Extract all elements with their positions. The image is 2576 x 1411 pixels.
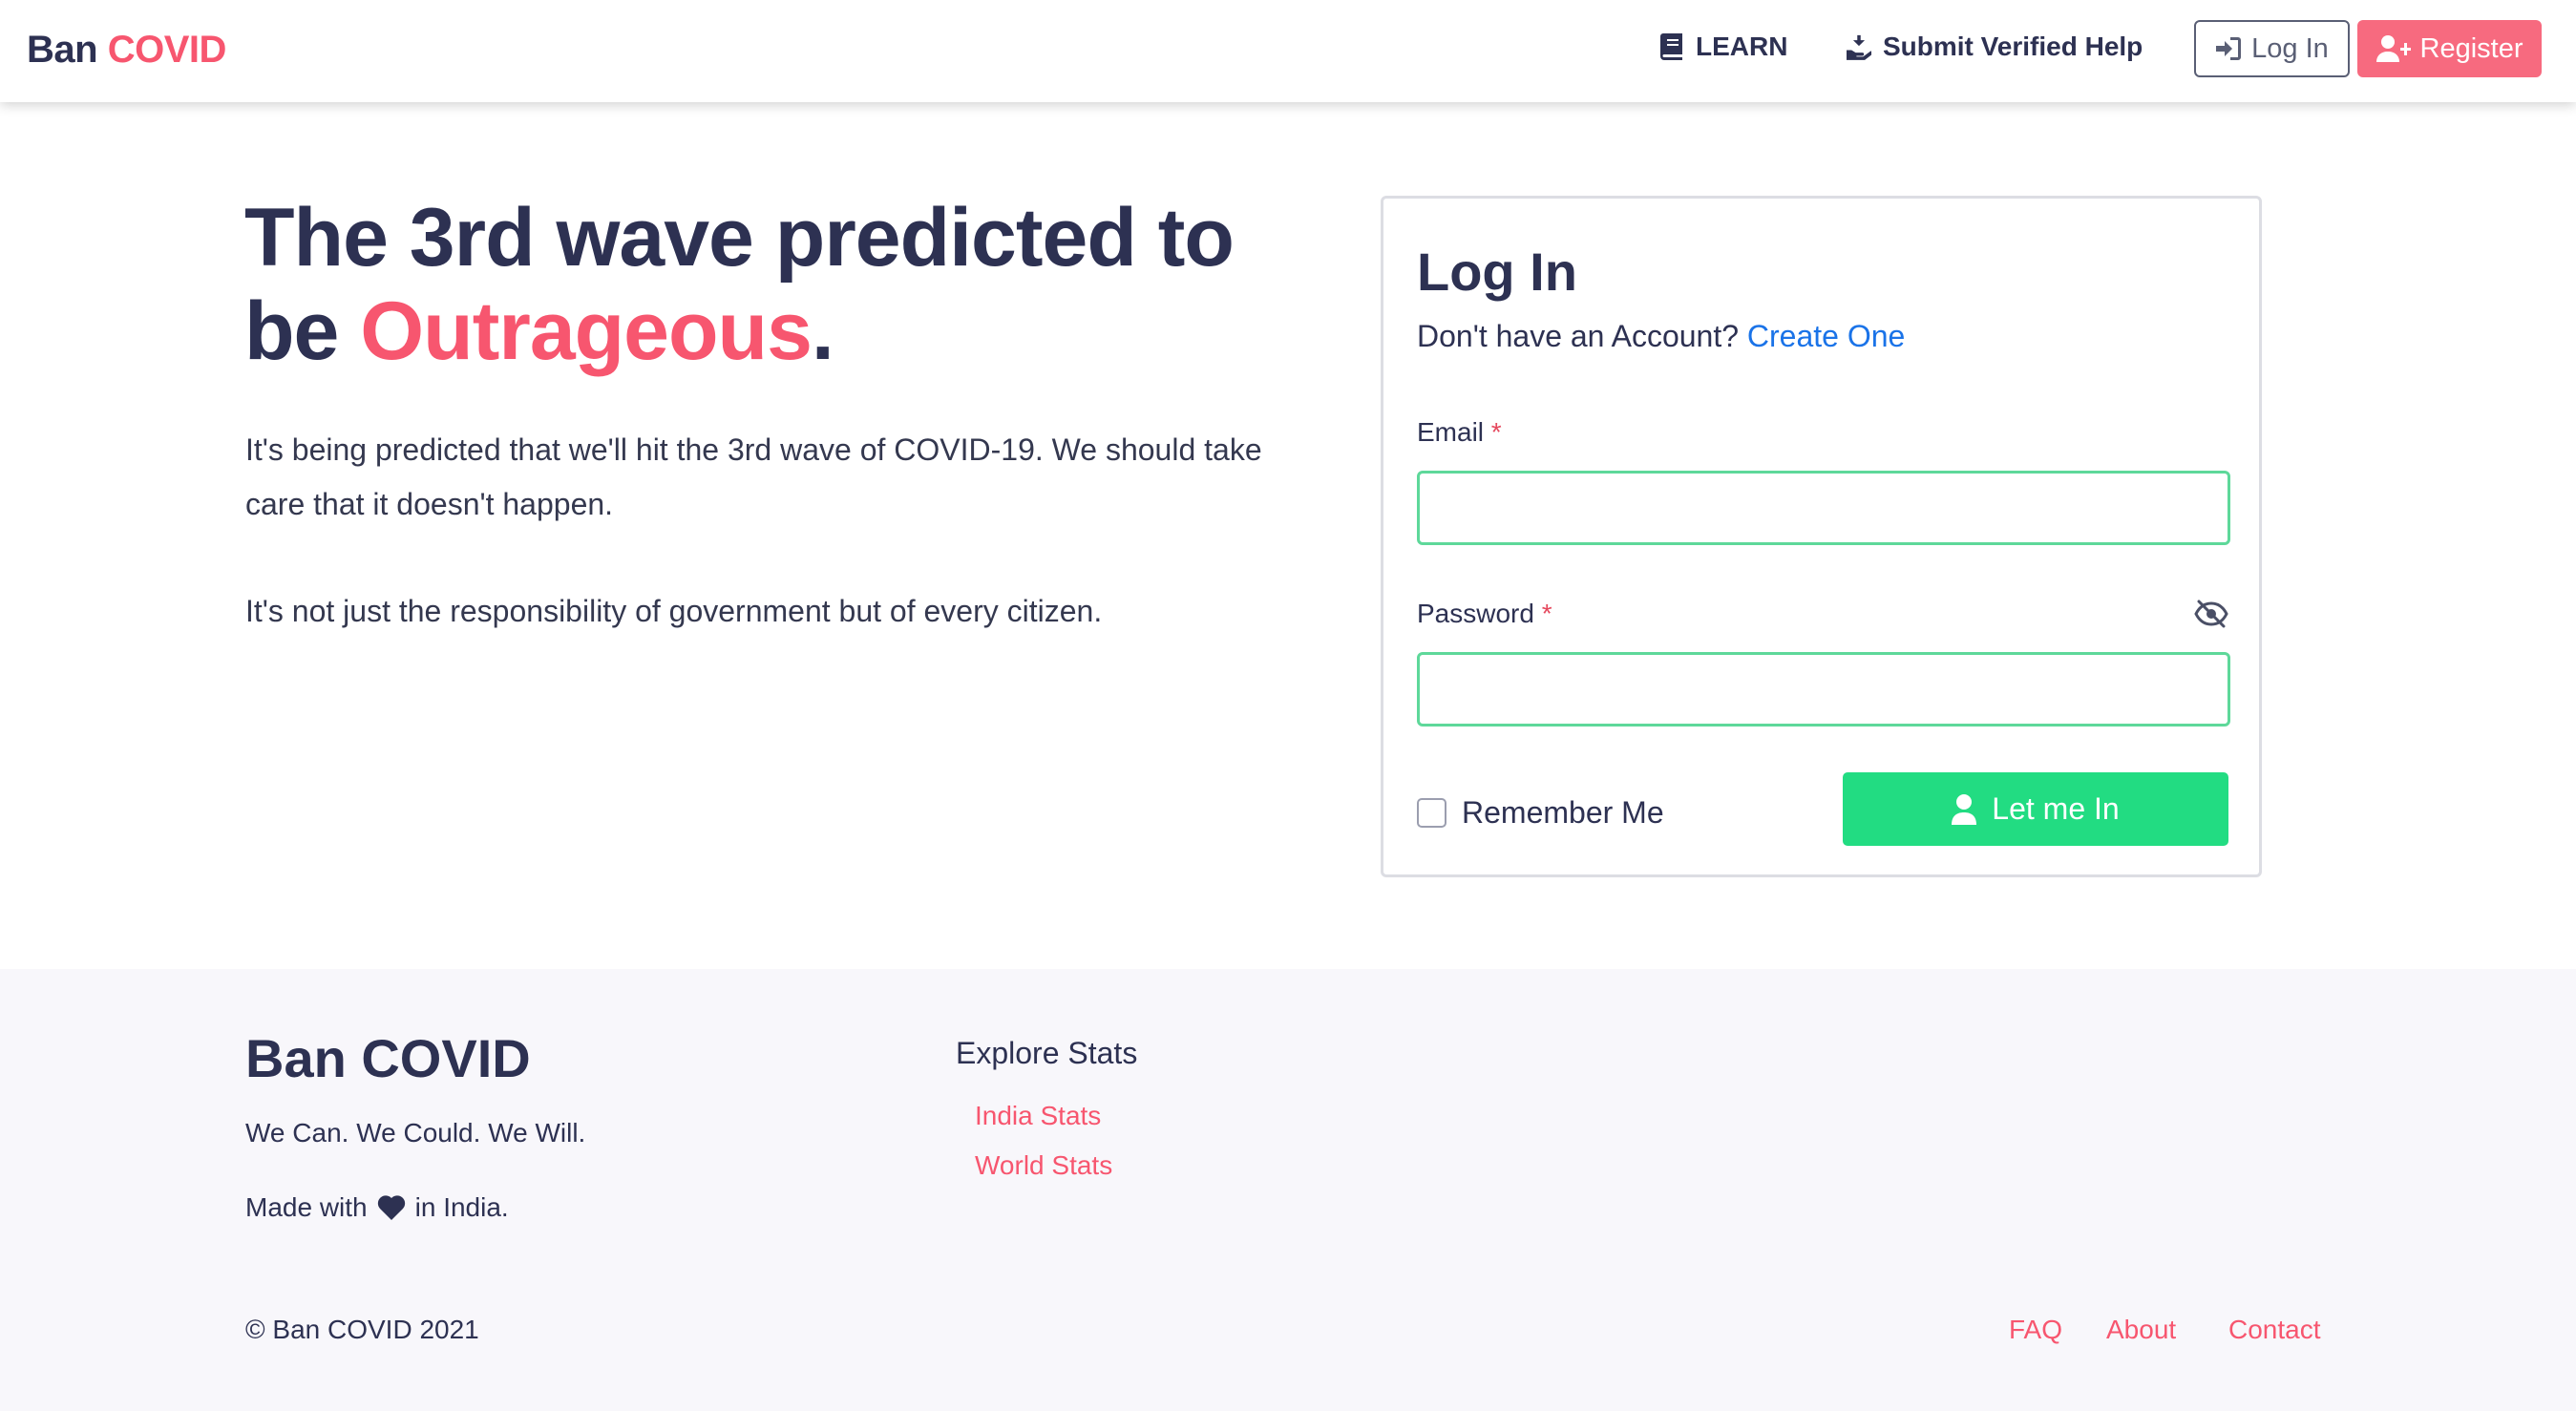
register-button-label: Register [2419, 32, 2523, 64]
world-stats-link[interactable]: World Stats [975, 1150, 1112, 1181]
footer-tagline: We Can. We Could. We Will. [245, 1118, 586, 1148]
user-icon [1952, 793, 1977, 825]
book-icon [1660, 33, 1682, 60]
copyright: © Ban COVID 2021 [245, 1315, 479, 1344]
hero-title-accent: Outrageous [360, 285, 813, 377]
login-button-label: Log In [2251, 32, 2329, 64]
nav-submit-help[interactable]: Submit Verified Help [1847, 32, 2143, 62]
email-label-text: Email [1417, 417, 1485, 447]
hero-title: The 3rd wave predicted to be Outrageous. [244, 191, 1342, 378]
made-with-suffix: in India. [414, 1192, 509, 1222]
eye-slash-icon[interactable] [2194, 600, 2228, 628]
let-me-in-button[interactable]: Let me In [1843, 772, 2228, 846]
email-label: Email * [1417, 417, 1502, 448]
contact-link[interactable]: Contact [2228, 1315, 2321, 1345]
email-field[interactable] [1417, 471, 2230, 545]
password-required-mark: * [1541, 599, 1552, 628]
brand-accent: COVID [107, 29, 227, 71]
create-account-link[interactable]: Create One [1747, 319, 1905, 353]
remember-me-checkbox[interactable] [1417, 798, 1446, 828]
hero-paragraph-1: It's being predicted that we'll hit the … [245, 432, 1262, 521]
footer-made-with: Made with in India. [245, 1192, 509, 1223]
email-required-mark: * [1490, 417, 1502, 447]
sign-in-icon [2216, 37, 2242, 60]
nav-submit-help-label: Submit Verified Help [1883, 32, 2143, 61]
nav-learn-label: LEARN [1696, 32, 1788, 61]
create-account-prefix: Don't have an Account? [1417, 319, 1740, 353]
hero-title-end: . [811, 285, 834, 377]
login-card-title: Log In [1417, 242, 1577, 302]
let-me-in-label: Let me In [1992, 791, 2120, 826]
top-navbar: Ban COVID LEARN Submit Verified Help Log… [0, 0, 2576, 102]
user-plus-icon [2375, 35, 2411, 62]
password-field[interactable] [1417, 652, 2230, 727]
made-with-prefix: Made with [245, 1192, 368, 1222]
remember-me[interactable]: Remember Me [1417, 795, 1664, 831]
india-stats-link[interactable]: India Stats [975, 1101, 1101, 1131]
password-label: Password * [1417, 599, 1552, 629]
footer-brand: Ban COVID [245, 1028, 531, 1088]
register-button[interactable]: Register [2357, 20, 2542, 77]
faq-link[interactable]: FAQ [2009, 1315, 2062, 1345]
brand-logo[interactable]: Ban COVID [27, 29, 226, 72]
heart-icon [377, 1195, 405, 1220]
login-button[interactable]: Log In [2194, 20, 2350, 77]
create-account-prompt: Don't have an Account? Create One [1417, 319, 1905, 354]
explore-stats-heading: Explore Stats [956, 1036, 1138, 1070]
hand-holding-icon [1847, 34, 1871, 60]
hero-paragraph-2: It's not just the responsibility of gove… [245, 594, 1103, 628]
footer: Ban COVID We Can. We Could. We Will. Mad… [0, 969, 2576, 1411]
remember-me-label: Remember Me [1462, 795, 1664, 830]
login-card: Log In Don't have an Account? Create One… [1381, 196, 2262, 877]
brand-main: Ban [27, 29, 98, 71]
password-label-text: Password [1417, 599, 1534, 628]
nav-learn[interactable]: LEARN [1659, 32, 1787, 62]
about-link[interactable]: About [2106, 1315, 2176, 1345]
